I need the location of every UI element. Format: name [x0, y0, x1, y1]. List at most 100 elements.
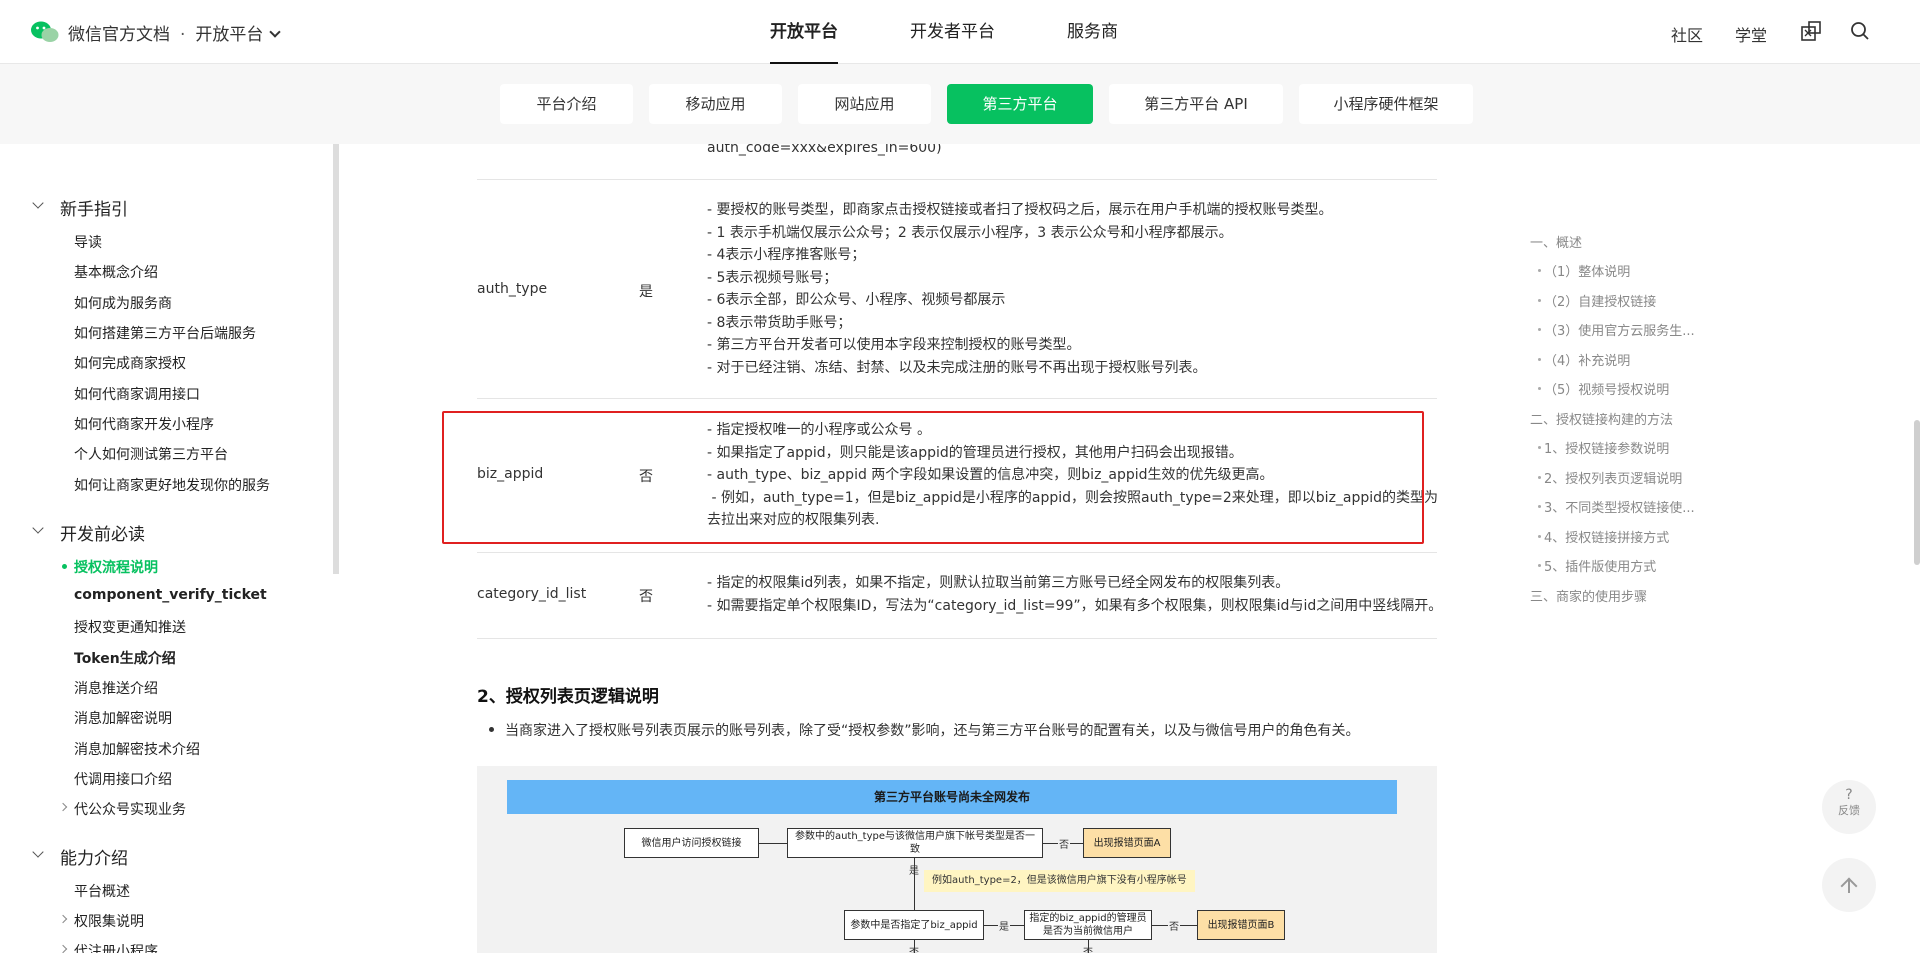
- nav-academy[interactable]: 学堂: [1735, 22, 1767, 46]
- sidebar-section-capabilities[interactable]: 能力介绍: [32, 844, 128, 869]
- section-heading: 2、授权列表页逻辑说明: [477, 687, 659, 707]
- back-to-top-button[interactable]: [1822, 858, 1876, 912]
- sidebar-item[interactable]: Token生成介绍: [74, 648, 176, 668]
- tab-third-party-platform[interactable]: 第三方平台: [947, 84, 1093, 124]
- chevron-right-icon[interactable]: [58, 914, 68, 924]
- diagram-title: 第三方平台账号尚未全网发布: [507, 780, 1397, 814]
- sidebar-item[interactable]: 平台概述: [74, 881, 130, 901]
- sidebar-item[interactable]: 导读: [74, 232, 102, 252]
- diagram-arrow: [759, 843, 787, 844]
- desc-line: - 5表示视频号账号；: [707, 269, 838, 286]
- search-icon[interactable]: [1849, 20, 1871, 42]
- sidebar-item-label: 代注册小程序: [74, 944, 158, 953]
- divider: [477, 179, 1437, 180]
- diagram-label-no: 否: [1168, 918, 1180, 933]
- sidebar-item-label: 代公众号实现业务: [74, 802, 186, 818]
- tab-third-party-api[interactable]: 第三方平台 API: [1109, 84, 1283, 124]
- diagram-label-no: 否: [1083, 944, 1093, 953]
- sidebar-item[interactable]: 如何代商家调用接口: [74, 384, 200, 404]
- toc-item[interactable]: 1、授权链接参数说明: [1537, 438, 1669, 457]
- diagram-box-check-bizappid: 参数中是否指定了biz_appid: [844, 910, 984, 940]
- sidebar-item[interactable]: 如何完成商家授权: [74, 353, 186, 373]
- left-sidebar: 新手指引 导读 基本概念介绍 如何成为服务商 如何搭建第三方平台后端服务 如何完…: [0, 144, 334, 953]
- desc-line: - 要授权的账号类型，即商家点击授权链接或者扫了授权码之后，展示在用户手机端的授…: [707, 202, 1333, 218]
- sidebar-item[interactable]: 消息加解密说明: [74, 708, 172, 728]
- desc-line: - 对于已经注销、冻结、封禁、以及未完成注册的账号不再出现于授权账号列表。: [707, 359, 1207, 376]
- sidebar-item[interactable]: 消息推送介绍: [74, 678, 158, 698]
- toc-item[interactable]: （1）整体说明: [1537, 261, 1630, 280]
- diagram-box-check-type: 参数中的auth_type与该微信用户旗下帐号类型是否一致: [787, 828, 1043, 858]
- desc-line: - 指定的权限集id列表，如果不指定，则默认拉取当前第三方账号已经全网发布的权限…: [707, 575, 1290, 591]
- bullet-text: 当商家进入了授权账号列表页展示的账号列表，除了受“授权参数”影响，还与第三方平台…: [489, 720, 1360, 740]
- toc-item[interactable]: （4）补充说明: [1537, 350, 1630, 369]
- sidebar-section-title: 新手指引: [60, 200, 128, 220]
- chevron-down-icon[interactable]: [32, 522, 44, 534]
- toc-item[interactable]: （3）使用官方云服务生...: [1538, 320, 1695, 339]
- sidebar-section-title: 开发前必读: [60, 525, 145, 545]
- desc-line: - 4表示小程序推客账号；: [707, 247, 866, 263]
- sidebar-item[interactable]: component_verify_ticket: [74, 587, 267, 603]
- brand-title[interactable]: 微信官方文档 · 开放平台: [68, 20, 282, 45]
- sidebar-section-newbie[interactable]: 新手指引: [32, 195, 128, 220]
- chevron-down-icon[interactable]: [269, 26, 282, 38]
- sidebar-item[interactable]: 如何搭建第三方平台后端服务: [74, 323, 256, 343]
- chevron-down-icon[interactable]: [32, 846, 44, 858]
- desc-line: - 8表示带货助手账号；: [707, 314, 852, 331]
- chevron-right-icon[interactable]: [58, 944, 68, 953]
- table-fragment: auth_code=xxx&expires_in=600): [707, 144, 942, 156]
- sidebar-scrollbar[interactable]: [333, 144, 339, 574]
- toc-item[interactable]: 二、授权链接构建的方法: [1530, 409, 1673, 428]
- param-required: 是: [639, 284, 653, 300]
- nav-community[interactable]: 社区: [1671, 22, 1703, 46]
- toc-item[interactable]: 一、概述: [1530, 232, 1582, 251]
- chevron-down-icon[interactable]: [32, 197, 44, 209]
- brand-name: 微信官方文档: [68, 25, 170, 45]
- table-of-contents: 一、概述 （1）整体说明 （2）自建授权链接 （3）使用官方云服务生... （4…: [1530, 144, 1810, 605]
- sidebar-item[interactable]: 如何代商家开发小程序: [74, 414, 214, 434]
- tab-platform-intro[interactable]: 平台介绍: [500, 84, 633, 124]
- divider: [477, 638, 1437, 639]
- nav-developer-platform[interactable]: 开发者平台: [910, 0, 995, 64]
- sidebar-section-title: 能力介绍: [60, 849, 128, 869]
- sidebar-item-label: 权限集说明: [74, 914, 144, 930]
- flow-diagram: 第三方平台账号尚未全网发布 微信用户访问授权链接 参数中的auth_type与该…: [477, 766, 1437, 953]
- nav-open-platform[interactable]: 开放平台: [770, 0, 838, 64]
- sidebar-item[interactable]: 如何让商家更好地发现你的服务: [74, 475, 270, 495]
- param-description: - 指定的权限集id列表，如果不指定，则默认拉取当前第三方账号已经全网发布的权限…: [707, 572, 1437, 617]
- sidebar-item-active[interactable]: 授权流程说明: [62, 557, 158, 577]
- nav-service-provider[interactable]: 服务商: [1067, 0, 1118, 64]
- toc-item[interactable]: 3、不同类型授权链接使...: [1538, 497, 1695, 516]
- toc-item[interactable]: （5）视频号授权说明: [1537, 379, 1669, 398]
- brand-dot: ·: [180, 25, 186, 45]
- sidebar-item[interactable]: 消息加解密技术介绍: [74, 739, 200, 759]
- wechat-logo-icon[interactable]: [30, 20, 60, 44]
- diagram-label-yes: 是: [998, 918, 1010, 933]
- diagram-box-error-a: 出现报错页面A: [1083, 828, 1171, 858]
- sidebar-item[interactable]: 基本概念介绍: [74, 262, 158, 282]
- main-nav: 开放平台 开发者平台 服务商: [770, 0, 1190, 64]
- desc-line: - 1 表示手机端仅展示公众号；2 表示仅展示小程序，3 表示公众号和小程序都展…: [707, 224, 1233, 241]
- tab-mobile-app[interactable]: 移动应用: [649, 84, 782, 124]
- sidebar-item[interactable]: 如何成为服务商: [74, 293, 172, 313]
- platform-switch-label[interactable]: 开放平台: [195, 25, 263, 45]
- chevron-right-icon[interactable]: [58, 802, 68, 812]
- param-description: - 要授权的账号类型，即商家点击授权链接或者扫了授权码之后，展示在用户手机端的授…: [707, 199, 1437, 379]
- toc-item[interactable]: 5、插件版使用方式: [1537, 556, 1656, 575]
- tab-mini-program-hardware[interactable]: 小程序硬件框架: [1299, 84, 1473, 124]
- divider: [477, 398, 1437, 399]
- toc-item[interactable]: 2、授权列表页逻辑说明: [1537, 468, 1682, 487]
- feedback-button[interactable]: ? 反馈: [1822, 780, 1876, 834]
- sidebar-item-expandable[interactable]: 代公众号实现业务: [58, 799, 186, 819]
- sidebar-item[interactable]: 个人如何测试第三方平台: [74, 444, 228, 464]
- toc-item[interactable]: 三、商家的使用步骤: [1530, 586, 1647, 605]
- sidebar-section-before-dev[interactable]: 开发前必读: [32, 520, 145, 545]
- tab-website-app[interactable]: 网站应用: [798, 84, 931, 124]
- plugin-icon[interactable]: [1800, 20, 1822, 42]
- toc-item[interactable]: 4、授权链接拼接方式: [1537, 527, 1669, 546]
- sidebar-item-expandable[interactable]: 权限集说明: [58, 911, 144, 931]
- toc-item[interactable]: （2）自建授权链接: [1537, 291, 1656, 310]
- sidebar-item[interactable]: 授权变更通知推送: [74, 617, 186, 637]
- page-scrollbar[interactable]: [1914, 420, 1920, 565]
- sidebar-item[interactable]: 代调用接口介绍: [74, 769, 172, 789]
- sidebar-item-expandable[interactable]: 代注册小程序: [58, 941, 158, 953]
